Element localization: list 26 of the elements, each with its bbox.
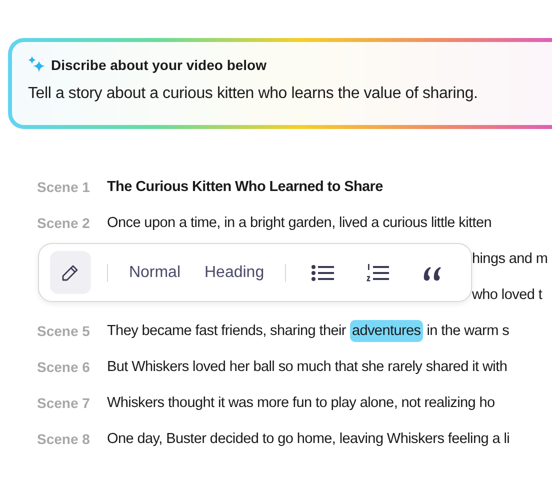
scene-label: Scene 1: [37, 179, 91, 195]
scene-label: Scene 7: [37, 395, 91, 411]
scene-label: Scene 6: [37, 359, 91, 375]
bullet-list-icon: [310, 264, 335, 282]
style-option[interactable]: Normal: [120, 251, 190, 294]
scene-text: in the warm s: [426, 323, 510, 339]
scene-label: Scene 8: [37, 431, 91, 447]
highlighted-word: adventures: [350, 320, 423, 342]
style-option[interactable]: Heading: [196, 251, 274, 294]
prompt-text: Tell a story about a curious kitten who learns the value of sharing.: [28, 85, 479, 103]
scene-title: The Curious Kitten Who Learned to Share: [107, 179, 383, 195]
sparkle-icon: [28, 56, 45, 73]
scene-text: They became fast friends, sharing their: [107, 323, 346, 339]
scene-text: Whiskers thought it was more fun to play alone, not realizing ho: [107, 395, 495, 411]
scene-label: Scene 5: [37, 323, 91, 339]
pencil-button[interactable]: [50, 251, 91, 294]
prompt-title: Discribe about your video below: [51, 56, 266, 72]
pencil-icon: [61, 264, 80, 282]
scene-text: Once upon a time, in a bright garden, lived a curious little kitten: [107, 215, 492, 231]
numbered-list-icon: [366, 262, 390, 282]
quote-icon: [422, 264, 444, 280]
scene-label: Scene 2: [37, 215, 91, 231]
scene-text: One day, Buster decided to go home, leaving Whiskers feeling a li: [107, 431, 510, 447]
scene-text: who loved t: [472, 287, 542, 303]
scene-text: hings and m: [472, 251, 548, 267]
scene-text: But Whiskers loved her ball so much that she rarely shared it with: [107, 359, 508, 375]
